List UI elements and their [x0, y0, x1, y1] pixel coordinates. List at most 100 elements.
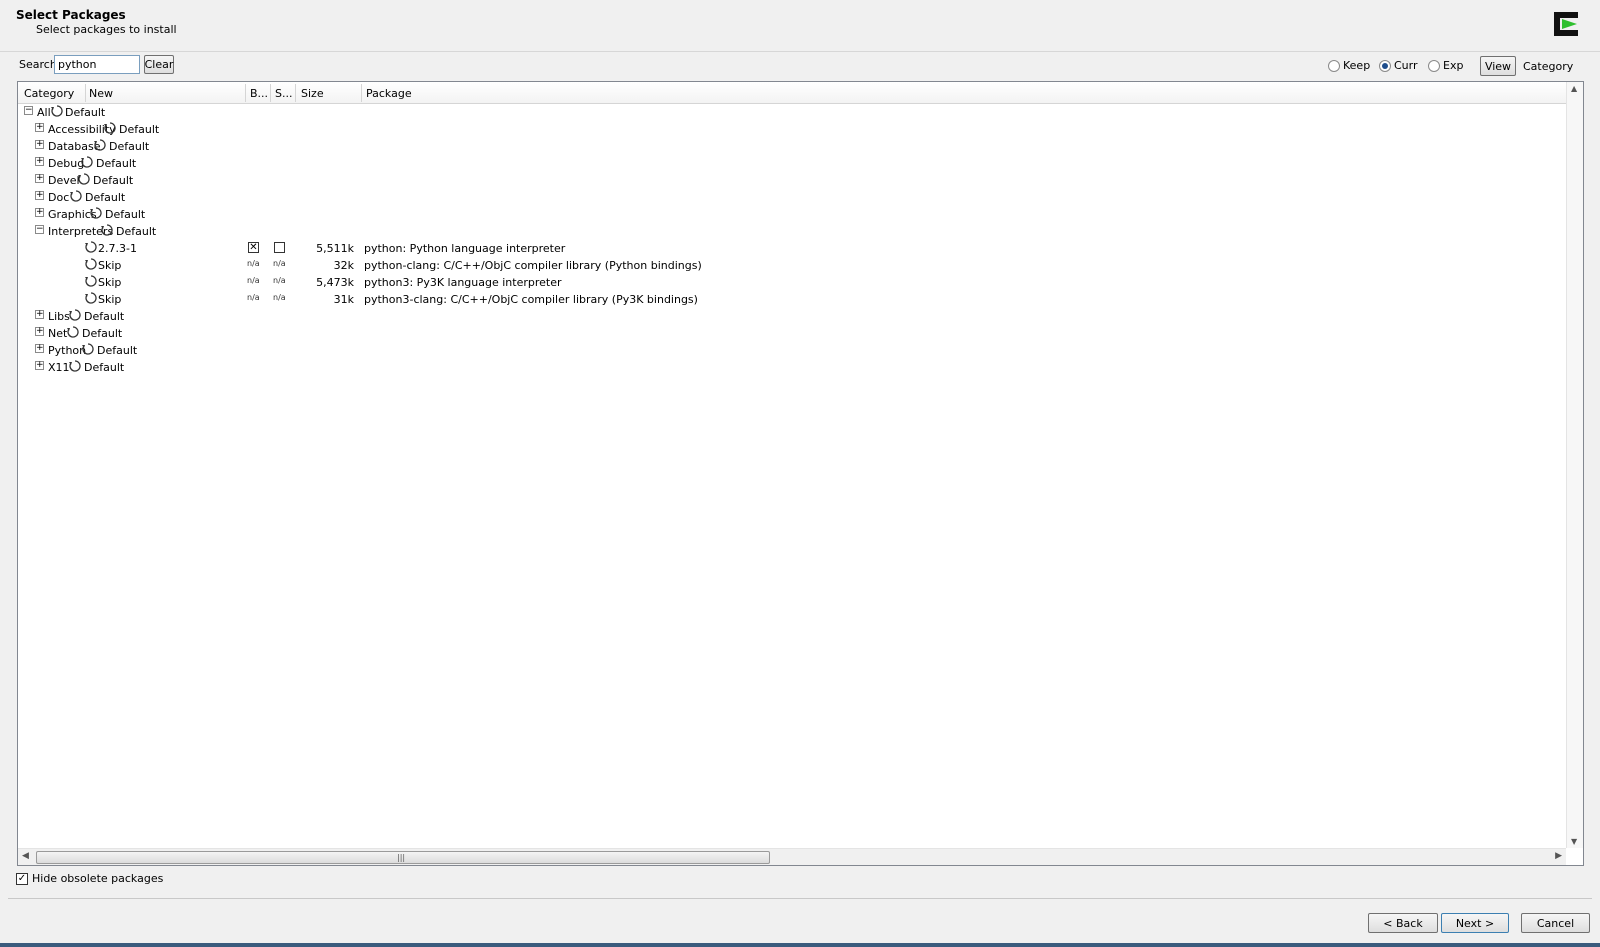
- expand-icon[interactable]: +: [35, 208, 44, 217]
- cycle-icon[interactable]: [85, 275, 97, 287]
- expand-icon[interactable]: +: [35, 191, 44, 200]
- package-new-version[interactable]: Skip: [98, 276, 121, 289]
- curr-radio[interactable]: Curr: [1379, 59, 1418, 72]
- package-new-version[interactable]: 2.7.3-1: [98, 242, 137, 255]
- tree-row-category[interactable]: + Python Default: [18, 342, 1558, 359]
- expand-icon[interactable]: +: [35, 310, 44, 319]
- back-button[interactable]: < Back: [1368, 913, 1438, 933]
- wizard-header: Select Packages Select packages to insta…: [0, 0, 1600, 52]
- cycle-icon[interactable]: [70, 190, 82, 202]
- curr-radio-dot[interactable]: [1379, 59, 1391, 72]
- cycle-icon[interactable]: [81, 156, 93, 168]
- scroll-right-icon[interactable]: ▶: [1555, 851, 1562, 861]
- category-action[interactable]: Default: [85, 191, 125, 204]
- package-new-version[interactable]: Skip: [98, 259, 121, 272]
- package-new-version[interactable]: Skip: [98, 293, 121, 306]
- tree-row-category[interactable]: + Net Default: [18, 325, 1558, 342]
- cycle-icon[interactable]: [69, 309, 81, 321]
- horizontal-scrollbar[interactable]: ◀ ||| ▶: [18, 848, 1566, 865]
- search-input[interactable]: [54, 55, 140, 74]
- tree-row-category[interactable]: + Doc Default: [18, 189, 1558, 206]
- cycle-icon[interactable]: [85, 292, 97, 304]
- column-category[interactable]: Category: [24, 87, 74, 100]
- column-package[interactable]: Package: [366, 87, 412, 100]
- tree-row-all[interactable]: − All Default: [18, 104, 1558, 121]
- tree-row-category[interactable]: + Database Default: [18, 138, 1558, 155]
- hide-obsolete-toggle[interactable]: ✓ Hide obsolete packages: [16, 872, 163, 885]
- category-action[interactable]: Default: [119, 123, 159, 136]
- tree-row-category[interactable]: + Devel Default: [18, 172, 1558, 189]
- collapse-icon[interactable]: −: [24, 106, 33, 115]
- cycle-icon[interactable]: [82, 343, 94, 355]
- keep-radio[interactable]: Keep: [1328, 59, 1370, 72]
- column-source[interactable]: S...: [275, 87, 292, 100]
- cycle-icon[interactable]: [94, 139, 106, 151]
- category-action[interactable]: Default: [84, 361, 124, 374]
- taskbar: [0, 943, 1600, 947]
- category-name: X11: [48, 361, 70, 374]
- scrollbar-thumb[interactable]: |||: [36, 851, 770, 864]
- source-checkbox[interactable]: [274, 242, 285, 253]
- cycle-icon[interactable]: [78, 173, 90, 185]
- hide-obsolete-checkbox[interactable]: ✓: [16, 872, 28, 885]
- expand-icon[interactable]: +: [35, 344, 44, 353]
- category-name: Debug: [48, 157, 85, 170]
- category-action[interactable]: Default: [116, 225, 156, 238]
- column-binary[interactable]: B...: [250, 87, 268, 100]
- cycle-icon[interactable]: [69, 360, 81, 372]
- scroll-up-icon[interactable]: ▲: [1571, 84, 1577, 93]
- package-description: python: Python language interpreter: [364, 242, 566, 255]
- expand-icon[interactable]: +: [35, 157, 44, 166]
- tree-row-category[interactable]: + Debug Default: [18, 155, 1558, 172]
- column-new[interactable]: New: [89, 87, 113, 100]
- category-action[interactable]: Default: [96, 157, 136, 170]
- expand-icon[interactable]: +: [35, 327, 44, 336]
- category-name: Devel: [48, 174, 80, 187]
- package-row[interactable]: 2.7.3-1 ✕ 5,511k python: Python language…: [18, 240, 1558, 257]
- category-action[interactable]: Default: [84, 310, 124, 323]
- category-action[interactable]: Default: [93, 174, 133, 187]
- cycle-icon[interactable]: [51, 105, 63, 117]
- column-size[interactable]: Size: [301, 87, 324, 100]
- scroll-down-icon[interactable]: ▼: [1571, 837, 1577, 846]
- expand-icon[interactable]: +: [35, 361, 44, 370]
- tree-row-category[interactable]: − Interpreters Default: [18, 223, 1558, 240]
- cycle-icon[interactable]: [85, 241, 97, 253]
- tree-row-category[interactable]: + Graphics Default: [18, 206, 1558, 223]
- package-description: python3: Py3K language interpreter: [364, 276, 562, 289]
- collapse-icon[interactable]: −: [35, 225, 44, 234]
- cycle-icon[interactable]: [104, 122, 116, 134]
- binary-na: n/a: [247, 276, 260, 285]
- expand-icon[interactable]: +: [35, 123, 44, 132]
- binary-checkbox[interactable]: ✕: [248, 242, 259, 253]
- clear-button[interactable]: Clear: [144, 55, 174, 74]
- tree-row-category[interactable]: + Libs Default: [18, 308, 1558, 325]
- exp-radio[interactable]: Exp: [1428, 59, 1463, 72]
- expand-icon[interactable]: +: [35, 174, 44, 183]
- curr-radio-label: Curr: [1394, 59, 1418, 72]
- cycle-icon[interactable]: [67, 326, 79, 338]
- category-action[interactable]: Default: [105, 208, 145, 221]
- category-action[interactable]: Default: [82, 327, 122, 340]
- next-button[interactable]: Next >: [1441, 913, 1509, 933]
- cycle-icon[interactable]: [90, 207, 102, 219]
- expand-icon[interactable]: +: [35, 140, 44, 149]
- package-row[interactable]: Skip n/a n/a 31k python3-clang: C/C++/Ob…: [18, 291, 1558, 308]
- category-action[interactable]: Default: [65, 106, 105, 119]
- vertical-scrollbar[interactable]: ▲ ▼: [1566, 82, 1583, 848]
- tree-row-category[interactable]: + Accessibility Default: [18, 121, 1558, 138]
- category-name: Libs: [48, 310, 70, 323]
- view-button[interactable]: View: [1480, 56, 1516, 76]
- scroll-left-icon[interactable]: ◀: [22, 851, 29, 861]
- cancel-button[interactable]: Cancel: [1521, 913, 1590, 933]
- category-action[interactable]: Default: [109, 140, 149, 153]
- cycle-icon[interactable]: [101, 224, 113, 236]
- package-row[interactable]: Skip n/a n/a 5,473k python3: Py3K langua…: [18, 274, 1558, 291]
- package-row[interactable]: Skip n/a n/a 32k python-clang: C/C++/Obj…: [18, 257, 1558, 274]
- exp-radio-dot[interactable]: [1428, 59, 1440, 72]
- tree-row-category[interactable]: + X11 Default: [18, 359, 1558, 376]
- keep-radio-dot[interactable]: [1328, 59, 1340, 72]
- package-list[interactable]: Category New B... S... Size Package − Al…: [17, 81, 1584, 866]
- category-action[interactable]: Default: [97, 344, 137, 357]
- cycle-icon[interactable]: [85, 258, 97, 270]
